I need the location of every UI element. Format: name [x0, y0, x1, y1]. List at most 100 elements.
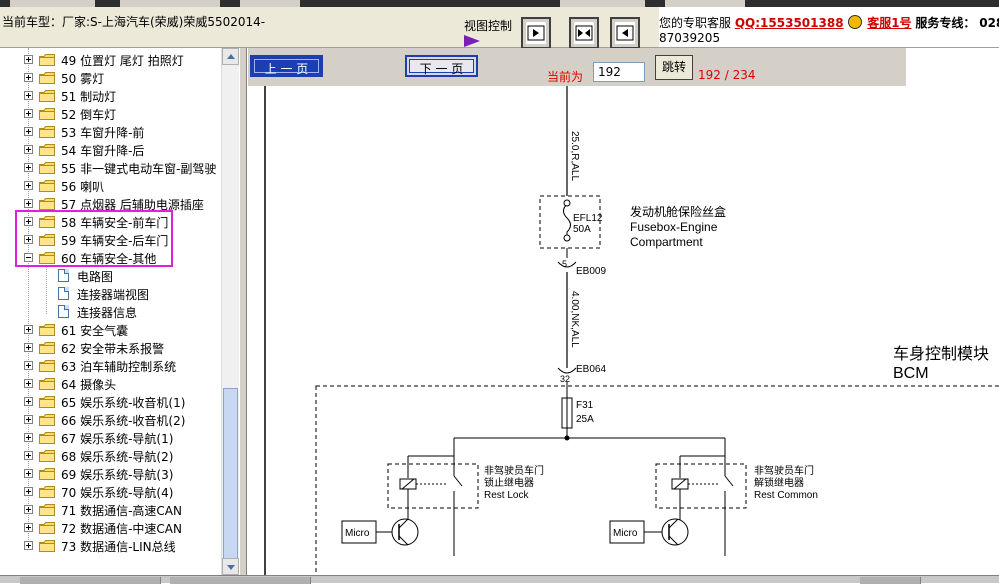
- expand-plus-icon[interactable]: [24, 541, 33, 550]
- next-page-button[interactable]: 下 一 页: [405, 55, 478, 77]
- relay1-cn2: 锁止继电器: [484, 476, 534, 489]
- wiring-diagram-svg: 25.0,R,ALL EFL12 50A 发动机舱保险丝盒 Fusebox-En…: [264, 86, 999, 578]
- nav-bar-blank: [906, 48, 999, 86]
- tree-item-label: 63 泊车辅助控制系统: [61, 360, 177, 374]
- tree-item-label: 55 非一键式电动车窗-副驾驶: [61, 162, 217, 176]
- service-prefix: 您的专职客服: [659, 16, 732, 30]
- folder-icon: [39, 486, 55, 498]
- expand-plus-icon[interactable]: [24, 163, 33, 172]
- tree-item-label: 51 制动灯: [61, 90, 117, 104]
- expand-plus-icon[interactable]: [24, 127, 33, 136]
- folder-icon: [39, 522, 55, 534]
- expand-plus-icon[interactable]: [24, 379, 33, 388]
- qq-link[interactable]: QQ:1553501388: [735, 16, 844, 30]
- wiring-diagram: 25.0,R,ALL EFL12 50A 发动机舱保险丝盒 Fusebox-En…: [248, 86, 999, 578]
- expand-plus-icon[interactable]: [24, 451, 33, 460]
- tree-subitem-label: 连接器信息: [77, 306, 138, 320]
- folder-icon: [39, 432, 55, 444]
- tree-highlight-box: [15, 210, 173, 267]
- folder-icon: [39, 396, 55, 408]
- expand-plus-icon[interactable]: [24, 91, 33, 100]
- pin-5: 5: [562, 259, 567, 269]
- fuse-f31-rating: 25A: [576, 414, 594, 425]
- view-right-button[interactable]: [521, 17, 551, 49]
- expand-plus-icon[interactable]: [24, 55, 33, 64]
- fuse-name: EFL12: [573, 213, 603, 224]
- tree-subitem-label: 电路图: [77, 270, 114, 284]
- document-icon: [58, 269, 69, 282]
- folder-icon: [39, 198, 55, 210]
- tree-scrollbar[interactable]: [221, 48, 239, 575]
- view-fit-button[interactable]: [569, 17, 599, 49]
- folder-icon: [39, 72, 55, 84]
- view-left-button[interactable]: [610, 17, 640, 49]
- fusebox-cn: 发动机舱保险丝盒: [630, 204, 726, 219]
- connector-eb064: EB064: [576, 364, 606, 375]
- micro-label-2: Micro: [613, 528, 638, 539]
- expand-plus-icon[interactable]: [24, 181, 33, 190]
- view-control-arrow-icon: [464, 35, 480, 47]
- document-icon: [58, 287, 69, 300]
- chevron-up-icon: [227, 54, 235, 59]
- tree-item-label: 56 喇叭: [61, 180, 105, 194]
- next-page-label: 下 一 页: [419, 62, 464, 76]
- relay2-en: Rest Common: [754, 490, 818, 501]
- jump-button[interactable]: 跳转: [655, 55, 693, 80]
- folder-icon: [39, 360, 55, 372]
- expand-plus-icon[interactable]: [24, 433, 33, 442]
- expand-plus-icon[interactable]: [24, 397, 33, 406]
- tree-item-label: 61 安全气囊: [61, 324, 129, 338]
- qq-penguin-icon: [848, 15, 863, 29]
- folder-icon: [39, 504, 55, 516]
- prev-page-label: 上 一 页: [264, 62, 309, 76]
- tree-item-label: 53 车窗升降-前: [61, 126, 145, 140]
- tree-item-label: 67 娱乐系统-导航(1): [61, 432, 174, 446]
- top-toolbar-strip: [0, 0, 999, 7]
- document-icon: [58, 305, 69, 318]
- fusebox-en2: Compartment: [630, 235, 703, 249]
- expand-plus-icon[interactable]: [24, 109, 33, 118]
- hotline-number-rest: 87039205: [659, 31, 721, 45]
- tree-item-label: 62 安全带未系报警: [61, 342, 165, 356]
- wire-label-mid: 4.00,NK,ALL: [569, 291, 580, 348]
- expand-plus-icon[interactable]: [24, 487, 33, 496]
- arrow-left-icon: [616, 25, 634, 41]
- scroll-thumb[interactable]: [223, 388, 238, 568]
- folder-icon: [39, 378, 55, 390]
- bcm-cn-label: 车身控制模块: [893, 345, 989, 363]
- chevron-down-icon: [227, 565, 235, 570]
- tree-item-label: 64 摄像头: [61, 378, 117, 392]
- fuse-rating: 50A: [573, 224, 591, 235]
- expand-plus-icon[interactable]: [24, 469, 33, 478]
- expand-plus-icon[interactable]: [24, 361, 33, 370]
- folder-icon: [39, 414, 55, 426]
- prev-page-button[interactable]: 上 一 页: [250, 55, 323, 77]
- scroll-up-button[interactable]: [222, 48, 239, 65]
- relay1-cn1: 非驾驶员车门: [484, 464, 544, 477]
- expand-plus-icon[interactable]: [24, 145, 33, 154]
- hotline-label: 服务专线：: [915, 16, 976, 30]
- expand-plus-icon[interactable]: [24, 343, 33, 352]
- kefu-link[interactable]: 客服1号: [867, 16, 911, 30]
- wire-label-top: 25.0,R,ALL: [569, 131, 580, 181]
- micro-label-1: Micro: [345, 528, 370, 539]
- expand-plus-icon[interactable]: [24, 199, 33, 208]
- status-bar: [0, 575, 999, 584]
- expand-plus-icon[interactable]: [24, 73, 33, 82]
- scroll-down-button[interactable]: [222, 558, 239, 575]
- folder-icon: [39, 468, 55, 480]
- expand-plus-icon[interactable]: [24, 415, 33, 424]
- expand-plus-icon[interactable]: [24, 325, 33, 334]
- fuse-f31: F31: [576, 400, 594, 411]
- pane-splitter[interactable]: [239, 48, 247, 578]
- folder-icon: [39, 324, 55, 336]
- car-type-label: 当前车型：厂家:S-上海汽车(荣威)荣威5502014-: [2, 15, 266, 29]
- folder-icon: [39, 180, 55, 192]
- expand-plus-icon[interactable]: [24, 523, 33, 532]
- page-number-input[interactable]: 192: [593, 62, 645, 82]
- tree-item-label: 49 位置灯 尾灯 拍照灯: [61, 54, 184, 68]
- service-info: 您的专职客服 QQ:1553501388 客服1号 服务专线： 028 8703…: [659, 7, 999, 47]
- folder-icon: [39, 108, 55, 120]
- expand-plus-icon[interactable]: [24, 505, 33, 514]
- tree-item-label: 66 娱乐系统-收音机(2): [61, 414, 186, 428]
